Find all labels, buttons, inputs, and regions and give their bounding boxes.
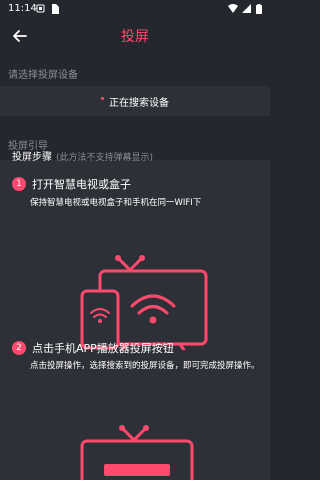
device-section-label: 请选择投屏设备 xyxy=(8,70,78,81)
guide-section-label: 投屏引导 xyxy=(8,141,48,152)
guide-title-text: 投屏步骤 xyxy=(12,152,52,163)
page-title: 投屏 xyxy=(121,29,149,45)
battery-icon xyxy=(256,4,262,14)
wifi-icon xyxy=(228,4,238,13)
app-bar: 投屏 xyxy=(0,18,270,54)
sim-card-icon xyxy=(52,4,59,14)
searching-text: 正在搜索设备 xyxy=(109,97,169,109)
status-bar: 11:14 xyxy=(0,0,270,18)
notification-icon xyxy=(36,4,45,13)
step-1-number: 1 xyxy=(12,177,26,191)
device-search-status[interactable]: 正在搜索设备 xyxy=(0,86,270,116)
status-time: 11:14 xyxy=(8,3,37,14)
tv-illustration-2 xyxy=(80,425,194,480)
searching-indicator xyxy=(101,96,104,100)
step-2-number: 2 xyxy=(12,341,26,355)
step-2-desc: 点击投屏操作，选择搜索到的投屏设备，即可完成投屏操作。 xyxy=(30,361,260,371)
cellular-signal-icon xyxy=(242,4,251,13)
step-1-desc: 保持智慧电视或电视盒子和手机在同一WIFI下 xyxy=(30,198,202,208)
step-2-title: 点击手机APP播放器投屏按钮 xyxy=(32,342,174,355)
step-1-title: 打开智慧电视或盒子 xyxy=(32,178,131,191)
tv-phone-wifi-illustration xyxy=(80,255,208,350)
guide-note: (此方法不支持弹幕显示) xyxy=(56,153,154,163)
